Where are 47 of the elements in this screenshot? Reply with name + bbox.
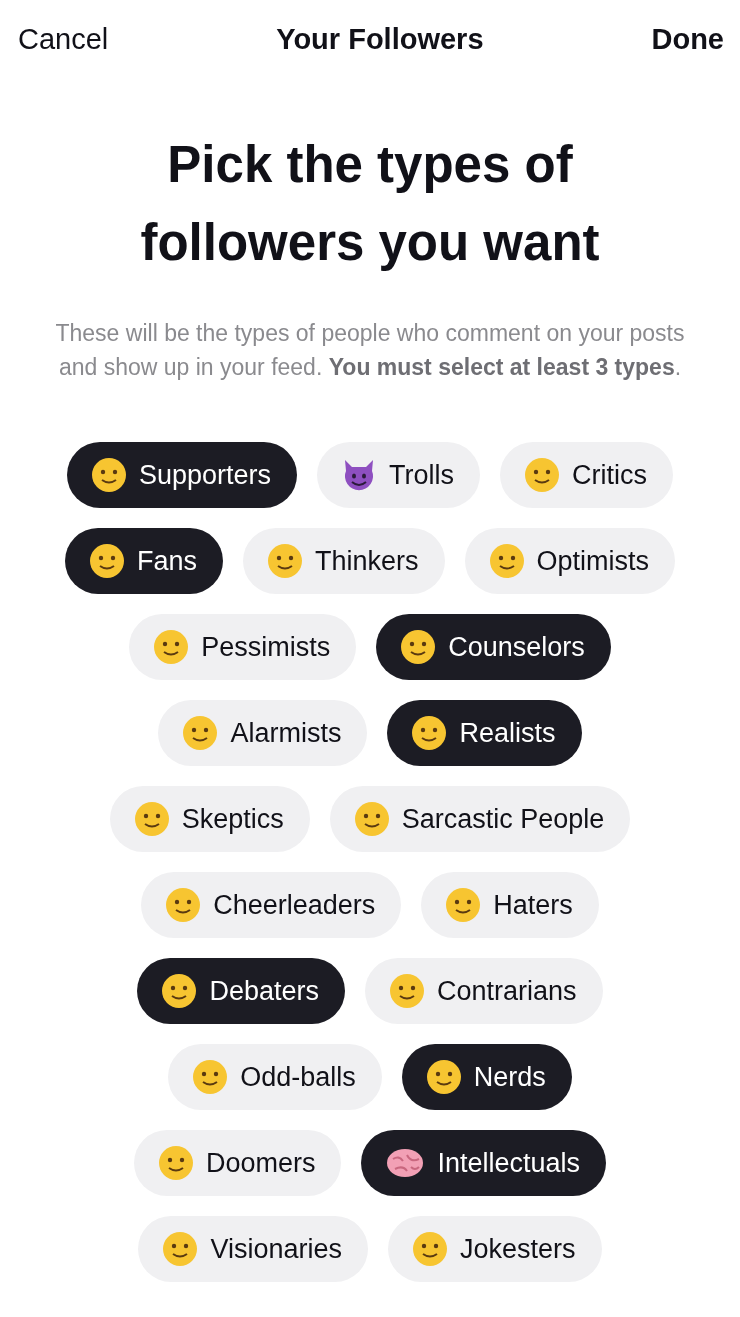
cancel-button[interactable]: Cancel (18, 22, 109, 56)
face-icon (88, 543, 125, 579)
follower-type-chip[interactable]: Realists (387, 700, 582, 766)
follower-type-chip[interactable]: Pessimists (129, 614, 357, 680)
done-button[interactable]: Done (651, 22, 724, 56)
face-icon (445, 887, 482, 923)
face-icon (425, 1059, 462, 1095)
description-text: These will be the types of people who comment on your posts and show up in your feed. You must select at least 3 types. (54, 319, 686, 382)
face-icon (524, 457, 561, 493)
face-icon (153, 629, 190, 665)
follower-type-chip[interactable]: Optimists (464, 528, 676, 594)
face-icon (182, 715, 219, 751)
face-icon (411, 715, 448, 751)
face-icon (488, 543, 525, 579)
page-heading: Pick the types of followers you want (139, 135, 601, 273)
face-icon (90, 457, 127, 493)
follower-type-chip[interactable]: Fans (64, 528, 223, 594)
follower-type-chip[interactable]: Thinkers (243, 528, 445, 594)
follower-type-chip[interactable]: Skeptics (109, 786, 310, 852)
follower-type-chip[interactable]: Alarmists (158, 700, 368, 766)
follower-type-chip[interactable]: Counselors (376, 614, 611, 680)
face-icon (162, 1231, 199, 1267)
follower-type-chip[interactable]: Nerds (401, 1044, 572, 1110)
follower-type-chip[interactable]: Jokesters (388, 1216, 602, 1282)
follower-type-chip[interactable]: Intellectuals (361, 1130, 607, 1196)
follower-type-chip[interactable]: Cheerleaders (141, 872, 402, 938)
face-icon (157, 1145, 194, 1181)
face-icon (389, 973, 425, 1009)
face-icon (353, 801, 390, 837)
follower-type-chip[interactable]: Debaters (137, 958, 345, 1024)
face-icon (161, 973, 198, 1009)
face-icon (267, 543, 303, 579)
follower-type-chip[interactable]: Supporters (66, 442, 298, 508)
screen-title: Your Followers (276, 22, 484, 56)
face-icon (400, 629, 437, 665)
face-icon (133, 801, 170, 837)
follower-type-chip[interactable]: Sarcastic People (329, 786, 631, 852)
follower-type-chip[interactable]: Odd-balls (168, 1044, 382, 1110)
follower-type-chip[interactable]: Visionaries (138, 1216, 368, 1282)
follower-type-chip[interactable]: Contrarians (365, 958, 603, 1024)
follower-type-chip[interactable]: Haters (421, 872, 599, 938)
follower-type-chip[interactable]: Trolls (317, 442, 481, 508)
face-icon (412, 1231, 448, 1267)
follower-type-chip[interactable]: Critics (500, 442, 674, 508)
follower-type-chip[interactable]: Doomers (133, 1130, 342, 1196)
face-icon (165, 887, 202, 923)
face-icon (192, 1059, 229, 1095)
